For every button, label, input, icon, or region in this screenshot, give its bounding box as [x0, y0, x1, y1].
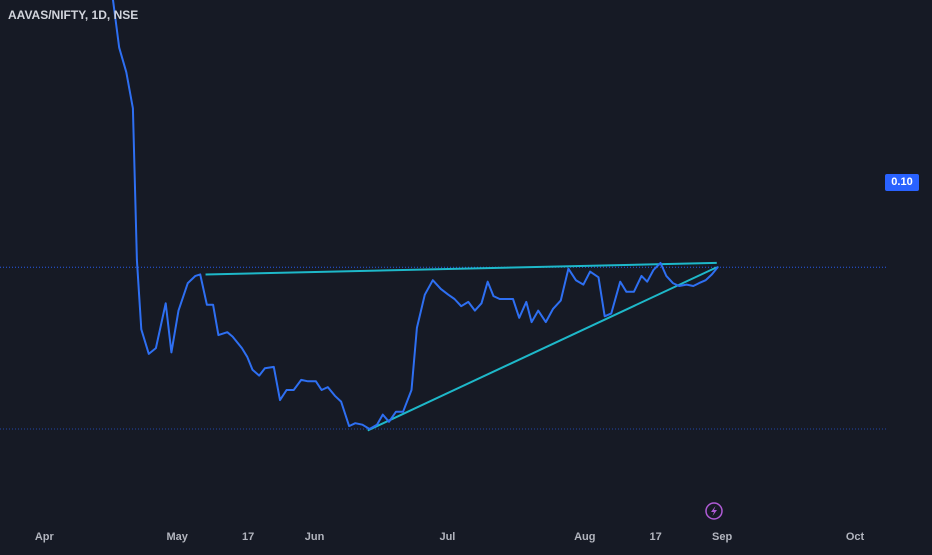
x-tick-label: Jun: [305, 531, 325, 543]
last-price-badge: 0.10: [885, 174, 919, 191]
x-tick-label: Oct: [846, 531, 865, 543]
chart-canvas[interactable]: Apr May 17 Jun Jul Aug 17 Sep Oct: [0, 0, 932, 550]
x-tick-label: 17: [650, 531, 662, 543]
x-tick-label: Sep: [712, 531, 732, 543]
x-tick-label: Aug: [574, 531, 595, 543]
x-tick-label: May: [166, 531, 188, 543]
x-tick-label: 17: [242, 531, 254, 543]
x-tick-label: Jul: [439, 531, 455, 543]
x-tick-label: Apr: [35, 531, 55, 543]
chart-area[interactable]: Apr May 17 Jun Jul Aug 17 Sep Oct AAVAS/NIFTY, 1…: [0, 0, 932, 550]
symbol-title: AAVAS/NIFTY, 1D, NSE: [8, 8, 139, 22]
chart-background: [0, 0, 932, 550]
